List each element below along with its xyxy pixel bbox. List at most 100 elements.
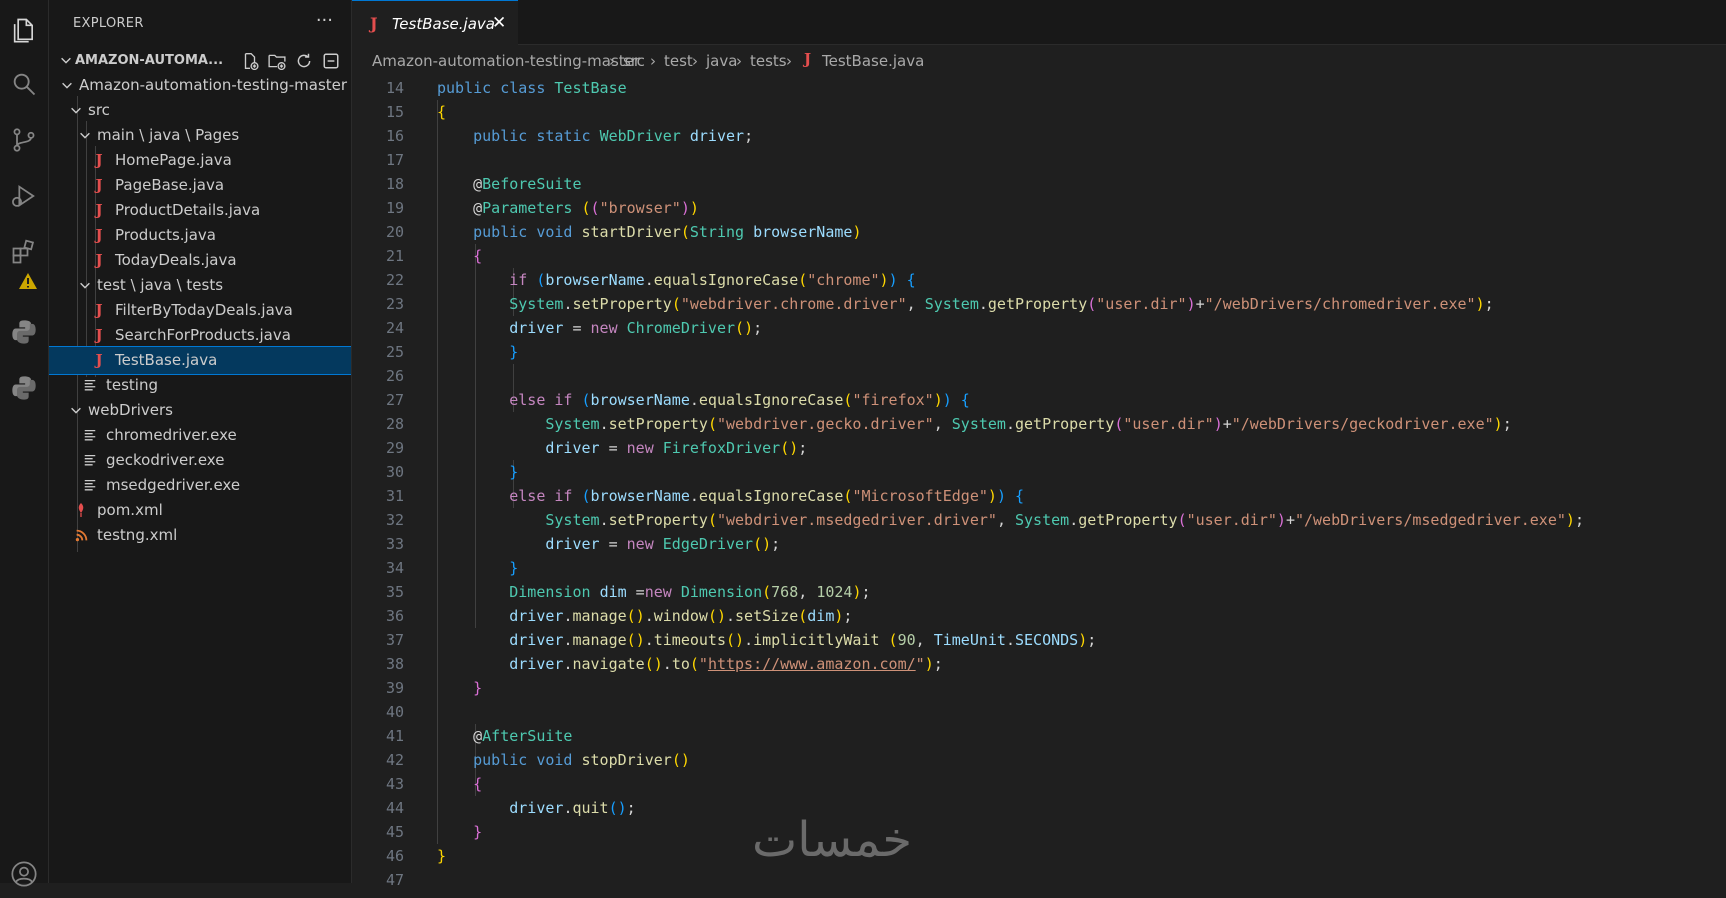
code-token: stopDriver bbox=[581, 751, 672, 769]
tree-file-testing[interactable]: testing bbox=[49, 372, 351, 399]
tree-folder-main-pages[interactable]: main \ java \ Pages bbox=[49, 122, 351, 149]
line-number: 26 bbox=[385, 367, 404, 385]
tree-file-homepage[interactable]: J HomePage.java bbox=[49, 147, 351, 174]
code-token: @ bbox=[473, 199, 483, 217]
code-token: ( bbox=[671, 295, 681, 313]
collapse-all-icon[interactable] bbox=[321, 51, 341, 71]
refresh-icon[interactable] bbox=[294, 51, 314, 71]
code-token: . bbox=[1005, 415, 1015, 433]
code-token: if bbox=[554, 391, 573, 409]
code-token: ; bbox=[1574, 511, 1584, 529]
code-token: ; bbox=[1087, 631, 1097, 649]
tree-folder-root[interactable]: Amazon-automation-testing-master bbox=[49, 72, 351, 99]
new-file-icon[interactable] bbox=[240, 51, 260, 71]
code-token: . bbox=[978, 295, 988, 313]
code-token: ) bbox=[933, 391, 943, 409]
watermark-logo: خمسات bbox=[752, 812, 913, 868]
breadcrumb-item[interactable]: Amazon-automation-testing-master bbox=[372, 52, 640, 70]
tree-file-chromedriver[interactable]: chromedriver.exe bbox=[49, 422, 351, 449]
breadcrumb-item[interactable]: src bbox=[623, 52, 645, 70]
java-file-icon: J bbox=[95, 226, 103, 244]
line-number: 22 bbox=[385, 271, 404, 289]
python-icon[interactable] bbox=[0, 308, 48, 356]
tree-file-todaydeals[interactable]: J TodayDeals.java bbox=[49, 247, 351, 274]
code-token: driver bbox=[509, 655, 564, 673]
search-icon[interactable] bbox=[0, 60, 48, 108]
code-line: 41 @AfterSuite bbox=[352, 724, 1726, 748]
code-token: ) bbox=[987, 487, 997, 505]
new-folder-icon[interactable] bbox=[267, 51, 287, 71]
code-token: equalsIgnoreCase bbox=[698, 391, 844, 409]
breadcrumb-item[interactable]: TestBase.java bbox=[822, 52, 924, 70]
tree-file-products[interactable]: J Products.java bbox=[49, 222, 351, 249]
editor-area: J TestBase.java ✕ Amazon-automation-test… bbox=[352, 0, 1726, 889]
code-token: = bbox=[563, 319, 591, 337]
code-line: 15 { bbox=[352, 100, 1726, 124]
code-token: ) bbox=[680, 751, 690, 769]
tree-file-pagebase[interactable]: J PageBase.java bbox=[49, 172, 351, 199]
code-token: ) bbox=[744, 319, 754, 337]
code-token: getProperty bbox=[987, 295, 1088, 313]
code-editor[interactable]: 14 public class TestBase 15 { 16 public st… bbox=[352, 76, 1726, 889]
breadcrumb-item[interactable]: java bbox=[706, 52, 737, 70]
explorer-icon[interactable] bbox=[0, 6, 48, 54]
code-token: new bbox=[644, 583, 672, 601]
code-token: 90 bbox=[897, 631, 916, 649]
code-token: navigate bbox=[572, 655, 645, 673]
tree-folder-src[interactable]: src bbox=[49, 97, 351, 124]
tree-file-msedgedriver[interactable]: msedgedriver.exe bbox=[49, 472, 351, 499]
tree-label: webDrivers bbox=[88, 401, 173, 419]
code-token: ( bbox=[707, 511, 717, 529]
binary-file-icon bbox=[82, 450, 98, 470]
close-icon[interactable]: ✕ bbox=[492, 13, 506, 33]
code-token: . bbox=[1005, 631, 1015, 649]
code-token: System bbox=[509, 295, 564, 313]
tree-file-productdetails[interactable]: J ProductDetails.java bbox=[49, 197, 351, 224]
line-number: 42 bbox=[385, 751, 404, 769]
tree-file-searchforproducts[interactable]: J SearchForProducts.java bbox=[49, 322, 351, 349]
code-token: System bbox=[545, 415, 600, 433]
tree-folder-test-tests[interactable]: test \ java \ tests bbox=[49, 272, 351, 299]
line-number: 31 bbox=[385, 487, 404, 505]
tree-file-filterbytodaydeals[interactable]: J FilterByTodayDeals.java bbox=[49, 297, 351, 324]
code-token: . bbox=[644, 631, 654, 649]
code-line: 17 bbox=[352, 148, 1726, 172]
url-link[interactable]: https://www.amazon.com/ bbox=[708, 655, 916, 673]
line-number: 15 bbox=[385, 103, 404, 121]
source-control-icon[interactable] bbox=[0, 116, 48, 164]
code-line: 40 bbox=[352, 700, 1726, 724]
code-token: . bbox=[1069, 511, 1079, 529]
code-line: 45 } bbox=[352, 820, 1726, 844]
code-token: BeforeSuite bbox=[482, 175, 582, 193]
java-file-icon: J bbox=[95, 326, 103, 344]
tree-file-testbase[interactable]: J TestBase.java bbox=[49, 346, 351, 375]
code-token: + bbox=[1222, 415, 1232, 433]
workspace-section-header[interactable]: AMAZON-AUTOMA... bbox=[49, 48, 351, 74]
code-token: void bbox=[536, 223, 573, 241]
explorer-title: EXPLORER bbox=[73, 16, 144, 31]
code-token: new bbox=[626, 535, 654, 553]
code-token: System bbox=[1015, 511, 1070, 529]
tree-file-geckodriver[interactable]: geckodriver.exe bbox=[49, 447, 351, 474]
code-token: ( bbox=[735, 319, 745, 337]
tree-folder-webdrivers[interactable]: webDrivers bbox=[49, 397, 351, 424]
extensions-icon[interactable] bbox=[0, 228, 48, 276]
run-debug-icon[interactable] bbox=[0, 172, 48, 220]
account-icon[interactable] bbox=[0, 850, 48, 898]
python-env-icon[interactable] bbox=[0, 364, 48, 412]
breadcrumb-item[interactable]: test bbox=[664, 52, 693, 70]
tree-file-testng[interactable]: testng.xml bbox=[49, 522, 351, 549]
tree-file-pom[interactable]: pom.xml bbox=[49, 497, 351, 524]
java-file-icon: J bbox=[95, 301, 103, 319]
line-number: 20 bbox=[385, 223, 404, 241]
code-token: { bbox=[897, 271, 916, 289]
breadcrumb-item[interactable]: tests bbox=[750, 52, 787, 70]
code-line: 23 System.setProperty("webdriver.chrome.… bbox=[352, 292, 1726, 316]
chevron-down-icon bbox=[77, 125, 93, 145]
code-token: ( bbox=[572, 391, 591, 409]
line-number: 33 bbox=[385, 535, 404, 553]
tab-testbase[interactable]: J TestBase.java ✕ bbox=[352, 0, 518, 46]
code-token: public bbox=[437, 79, 492, 97]
more-actions-icon[interactable]: ··· bbox=[316, 10, 333, 31]
binary-file-icon bbox=[82, 425, 98, 445]
